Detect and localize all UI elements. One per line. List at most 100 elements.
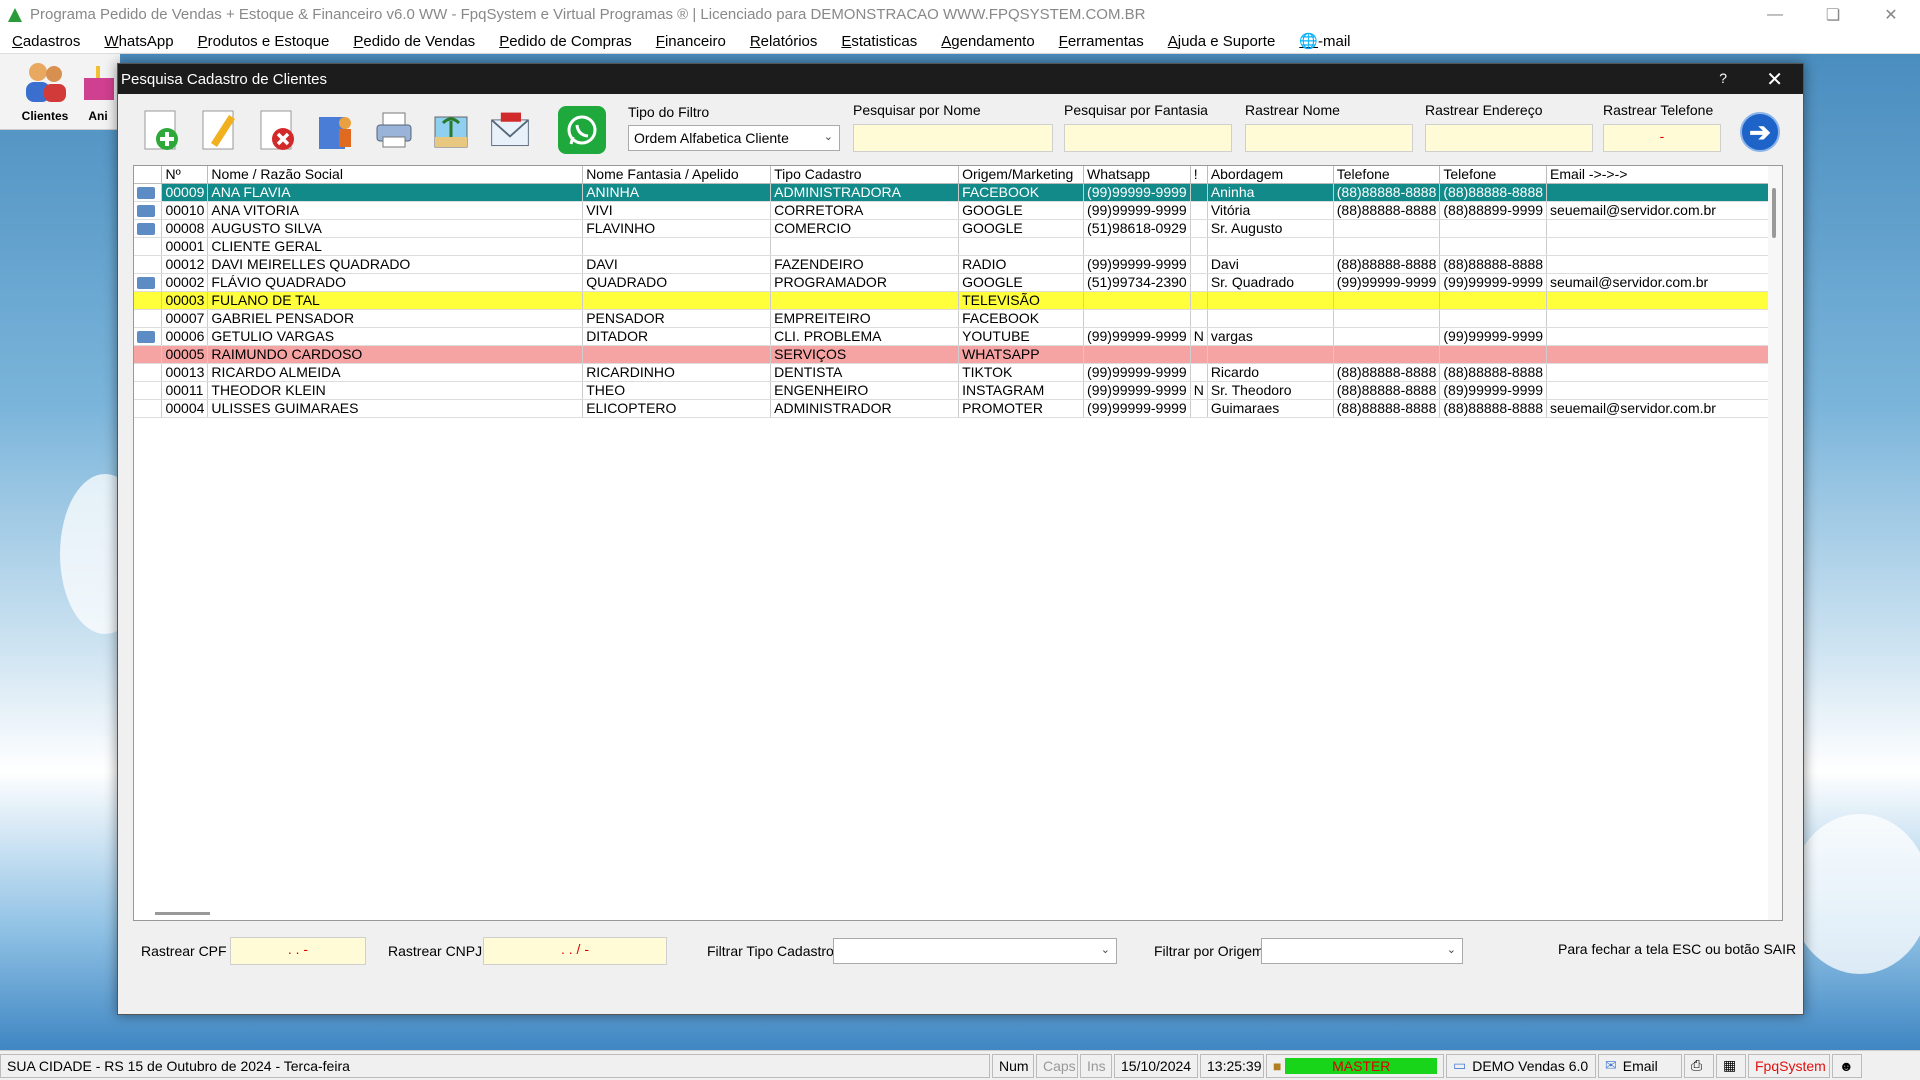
horizontal-scrollbar[interactable] — [155, 912, 210, 915]
col-nome[interactable]: Nome / Razão Social — [207, 166, 584, 184]
add-client-button[interactable] — [140, 106, 184, 154]
menu-cadastros[interactable]: Cadastros — [0, 33, 92, 50]
table-row[interactable]: 00005 RAIMUNDO CARDOSO SERVIÇOS WHATSAPP — [134, 345, 1782, 364]
menu-relatorios[interactable]: Relatórios — [738, 33, 830, 50]
track-address-input[interactable] — [1425, 124, 1593, 152]
contact-card-icon — [137, 186, 155, 199]
search-go-button[interactable]: ➔ — [1740, 112, 1780, 152]
track-name-input[interactable] — [1245, 124, 1413, 152]
cell-telefone-2: (88)88888-8888 — [1439, 363, 1548, 382]
col-telefone-2[interactable]: Telefone — [1439, 166, 1548, 184]
cell-nome: RICARDO ALMEIDA — [207, 363, 584, 382]
scroll-thumb[interactable] — [1772, 188, 1776, 238]
cell-nome: GETULIO VARGAS — [207, 327, 584, 346]
table-row[interactable]: 00003 FULANO DE TAL TELEVISÃO — [134, 291, 1782, 310]
menu-agendamento[interactable]: Agendamento — [929, 33, 1046, 50]
search-name-input[interactable] — [853, 124, 1053, 152]
filter-origem-select[interactable]: ⌄ — [1261, 938, 1463, 964]
cell-flag — [1190, 363, 1208, 382]
cell-telefone-2: (99)99999-9999 — [1439, 327, 1548, 346]
table-row[interactable]: 00002 FLÁVIO QUADRADO QUADRADO PROGRAMADOR G… — [134, 273, 1782, 292]
cell-tipo: CORRETORA — [770, 201, 960, 220]
col-email[interactable]: Email ->->-> — [1546, 166, 1782, 184]
filter-type-select[interactable]: Ordem Alfabetica Cliente ⌄ — [628, 125, 840, 151]
clients-table: Nº Nome / Razão Social Nome Fantasia / A… — [134, 166, 1782, 418]
table-row[interactable]: 00007 GABRIEL PENSADOR PENSADOR EMPREITEIRO… — [134, 309, 1782, 328]
clientes-button[interactable]: Clientes — [14, 60, 76, 126]
col-whatsapp[interactable]: Whatsapp — [1083, 166, 1191, 184]
cell-tipo: PROGRAMADOR — [770, 273, 960, 292]
calculator-icon[interactable]: ▦ — [1716, 1053, 1746, 1078]
menu-financeiro[interactable]: Financeiro — [644, 33, 738, 50]
menu-ferramentas[interactable]: Ferramentas — [1047, 33, 1156, 50]
table-row[interactable]: 00010 ANA VITORIA VIVI CORRETORA GOOGLE (99)9… — [134, 201, 1782, 220]
cell-whatsapp: (99)99999-9999 — [1083, 399, 1191, 418]
table-row[interactable]: 00001 CLIENTE GERAL — [134, 237, 1782, 256]
printer-small-icon[interactable]: ⎙ — [1684, 1053, 1714, 1078]
cpf-label: Rastrear CPF — [141, 943, 227, 959]
cell-telefone-1: (88)88888-8888 — [1333, 363, 1441, 382]
table-row[interactable]: 00008 AUGUSTO SILVA FLAVINHO COMERCIO GOOGLE… — [134, 219, 1782, 238]
whatsapp-button[interactable] — [558, 106, 606, 154]
email-button[interactable] — [488, 106, 532, 154]
menu-pedido-vendas[interactable]: Pedido de Vendas — [341, 33, 487, 50]
dialog-close-button[interactable]: ✕ — [1766, 67, 1783, 92]
col-fantasia[interactable]: Nome Fantasia / Apelido — [582, 166, 772, 184]
help-button[interactable]: ? — [1719, 70, 1727, 86]
minimize-icon[interactable]: — — [1746, 0, 1804, 29]
cell-telefone-1 — [1333, 237, 1441, 256]
col-tipo[interactable]: Tipo Cadastro — [770, 166, 960, 184]
close-icon[interactable]: ✕ — [1862, 0, 1920, 29]
menu-produtos[interactable]: Produtos e Estoque — [186, 33, 342, 50]
cell-telefone-2: (88)88888-8888 — [1439, 183, 1548, 202]
table-row[interactable]: 00004 ULISSES GUIMARAES ELICOPTERO ADMINIST… — [134, 399, 1782, 418]
client-file-button[interactable] — [314, 106, 358, 154]
table-row[interactable]: 00006 GETULIO VARGAS DITADOR CLI. PROBLEMA Y… — [134, 327, 1782, 346]
restore-icon[interactable]: ❏ — [1804, 0, 1862, 29]
search-fantasia-input[interactable] — [1064, 124, 1232, 152]
filter-origem-label: Filtrar por Origem — [1154, 943, 1264, 959]
print-button[interactable] — [372, 106, 416, 154]
track-phone-input[interactable]: - — [1603, 124, 1721, 152]
cell-tipo: CLI. PROBLEMA — [770, 327, 960, 346]
window-controls: — ❏ ✕ — [1746, 0, 1920, 29]
cell-origem: INSTAGRAM — [958, 381, 1085, 400]
contact-card-icon — [137, 204, 155, 217]
menu-ajuda[interactable]: Ajuda e Suporte — [1156, 33, 1288, 50]
table-row[interactable]: 00013 RICARDO ALMEIDA RICARDINHO DENTISTA TI… — [134, 363, 1782, 382]
cpf-input[interactable]: . . - — [230, 937, 366, 965]
edit-client-button[interactable] — [198, 106, 242, 154]
cell-abordagem: Sr. Theodoro — [1207, 381, 1334, 400]
app-titlebar: Programa Pedido de Vendas + Estoque & Fi… — [0, 0, 1920, 29]
cell-nome: FLÁVIO QUADRADO — [207, 273, 584, 292]
menu-email[interactable]: 🌐-mail — [1287, 32, 1362, 50]
cell-telefone-2 — [1439, 237, 1548, 256]
status-date: 15/10/2024 — [1114, 1053, 1198, 1078]
row-icon-cell — [134, 327, 163, 346]
aniversariantes-button[interactable]: Ani — [78, 60, 118, 126]
col-flag[interactable]: ! — [1190, 166, 1208, 184]
menu-estatisticas[interactable]: Estatisticas — [829, 33, 929, 50]
vertical-scrollbar[interactable] — [1768, 166, 1782, 920]
table-row[interactable]: 00011 THEODOR KLEIN THEO ENGENHEIRO INSTAGRA… — [134, 381, 1782, 400]
clients-grid[interactable]: Nº Nome / Razão Social Nome Fantasia / A… — [133, 165, 1783, 921]
col-icon — [134, 166, 163, 184]
filter-type-label: Tipo do Filtro — [628, 104, 710, 120]
table-row[interactable]: 00009 ANA FLAVIA ANINHA ADMINISTRADORA FACEB… — [134, 183, 1782, 202]
col-telefone-1[interactable]: Telefone — [1333, 166, 1441, 184]
col-abordagem[interactable]: Abordagem — [1207, 166, 1334, 184]
cell-origem: TIKTOK — [958, 363, 1085, 382]
cell-flag — [1190, 183, 1208, 202]
status-email-button[interactable]: ✉ Email — [1598, 1053, 1682, 1078]
menu-pedido-compras[interactable]: Pedido de Compras — [487, 33, 644, 50]
col-numero[interactable]: Nº — [161, 166, 209, 184]
col-origem[interactable]: Origem/Marketing — [958, 166, 1085, 184]
menu-whatsapp[interactable]: WhatsApp — [92, 33, 185, 50]
table-row[interactable]: 00012 DAVI MEIRELLES QUADRADO DAVI FAZENDEI… — [134, 255, 1782, 274]
travel-button[interactable] — [430, 106, 474, 154]
cnpj-input[interactable]: . . / - — [483, 937, 667, 965]
delete-client-button[interactable] — [256, 106, 300, 154]
cell-numero: 00001 — [161, 237, 209, 256]
filter-tipo-select[interactable]: ⌄ — [833, 938, 1117, 964]
cell-nome: CLIENTE GERAL — [207, 237, 584, 256]
